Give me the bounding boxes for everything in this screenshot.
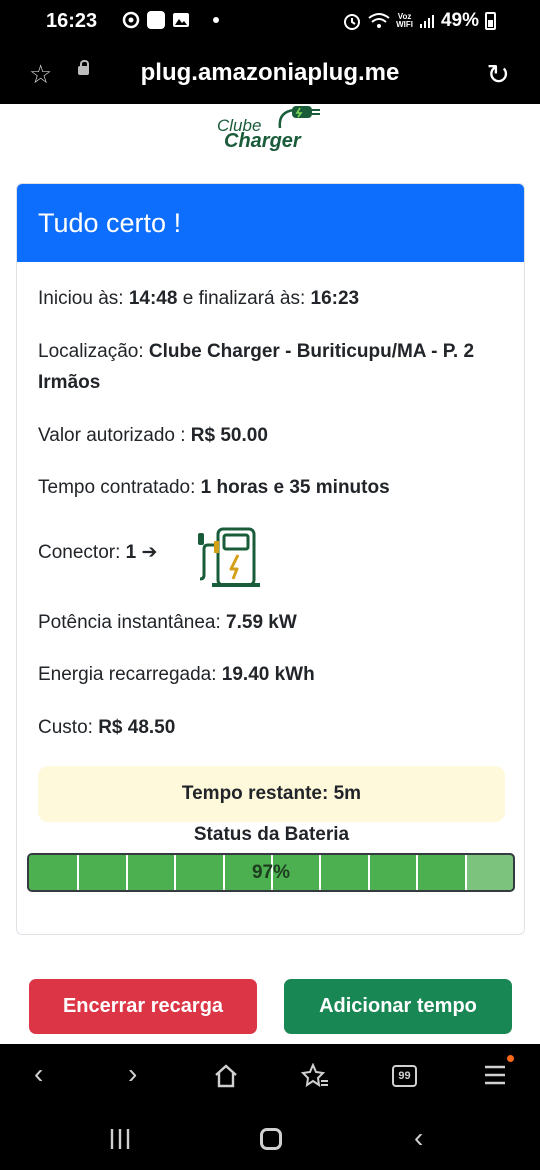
reload-icon[interactable]: ↻ [487,58,510,91]
contracted-value: 1 horas e 35 minutos [200,477,390,498]
contracted-row: Tempo contratado: 1 horas e 35 minutos [38,472,503,503]
app-notification-icon [147,11,165,29]
home-button-icon[interactable] [260,1128,282,1150]
clube-charger-logo: Clube Charger [216,104,328,154]
battery-percent: 49% [440,10,479,31]
home-icon[interactable] [213,1064,239,1088]
connector-value: 1 ➔ [125,542,158,563]
recent-apps-icon[interactable] [109,1128,131,1150]
battery-progress-bar: 97% [27,853,515,892]
signal-icon [419,15,434,28]
start-label: Iniciou às: [38,288,124,309]
battery-icon [485,12,496,30]
wifi-icon [368,13,390,28]
battery-status-title: Status da Bateria [193,824,350,845]
location-row: Localização: Clube Charger - Buriticupu/… [38,336,503,398]
card-header: Tudo certo ! [17,184,524,262]
power-value: 7.59 kW [226,612,297,633]
connector-label: Conector: [38,542,121,563]
power-label: Potência instantânea: [38,612,221,633]
end-label: e finalizará às: [182,288,306,309]
system-nav-bar: ‹ [0,1108,540,1170]
start-end-row: Iniciou às: 14:48 e finalizará às: 16:23 [38,283,503,314]
authorized-row: Valor autorizado : R$ 50.00 [38,420,503,451]
add-time-button[interactable]: Adicionar tempo [284,979,512,1034]
back-icon[interactable]: ‹ [34,1058,43,1090]
chrome-icon [122,11,140,29]
menu-icon[interactable] [484,1064,506,1086]
plug-logo-icon [278,106,320,129]
end-time: 16:23 [310,288,360,309]
status-notification-icons [122,11,219,29]
contracted-label: Tempo contratado: [38,477,196,498]
menu-notification-dot [507,1055,514,1062]
end-charging-button[interactable]: Encerrar recarga [29,979,257,1034]
browser-url-bar: ☆ plug.amazoniaplug.me ↻ [0,44,540,104]
energy-value: 19.40 kWh [221,664,315,685]
browser-bottom-nav: ‹ › 99 [0,1044,540,1108]
bookmarks-icon[interactable] [301,1063,329,1089]
charging-station-icon [198,527,260,587]
authorized-value: R$ 50.00 [190,425,268,446]
image-icon [173,13,189,27]
energy-row: Energia recarregada: 19.40 kWh [38,659,503,690]
url-text[interactable]: plug.amazoniaplug.me [0,59,540,87]
alarm-icon [344,14,361,30]
battery-percent-label: 97% [251,862,291,883]
power-row: Potência instantânea: 7.59 kW [38,607,503,638]
remaining-time-alert: Tempo restante: 5m [38,766,505,822]
cost-row: Custo: R$ 48.50 [38,712,503,743]
more-notifications-icon [213,17,219,23]
authorized-label: Valor autorizado : [38,425,186,446]
charging-status-card: Tudo certo ! Iniciou às: 14:48 e finaliz… [16,183,525,935]
start-time: 14:48 [128,288,178,309]
status-time: 16:23 [46,10,98,32]
location-label: Localização: [38,341,144,362]
network-label: Voz WIFI [396,12,413,29]
cost-label: Custo: [38,717,93,738]
energy-label: Energia recarregada: [38,664,217,685]
forward-icon[interactable]: › [128,1058,137,1090]
status-bar: 16:23 Voz WIFI 49% [0,0,540,44]
connector-row: Conector: 1 ➔ [38,527,503,587]
system-back-icon[interactable]: ‹ [414,1122,423,1154]
status-right: Voz WIFI 49% [342,10,496,32]
cost-value: R$ 48.50 [98,717,176,738]
tabs-icon[interactable]: 99 [392,1065,417,1087]
